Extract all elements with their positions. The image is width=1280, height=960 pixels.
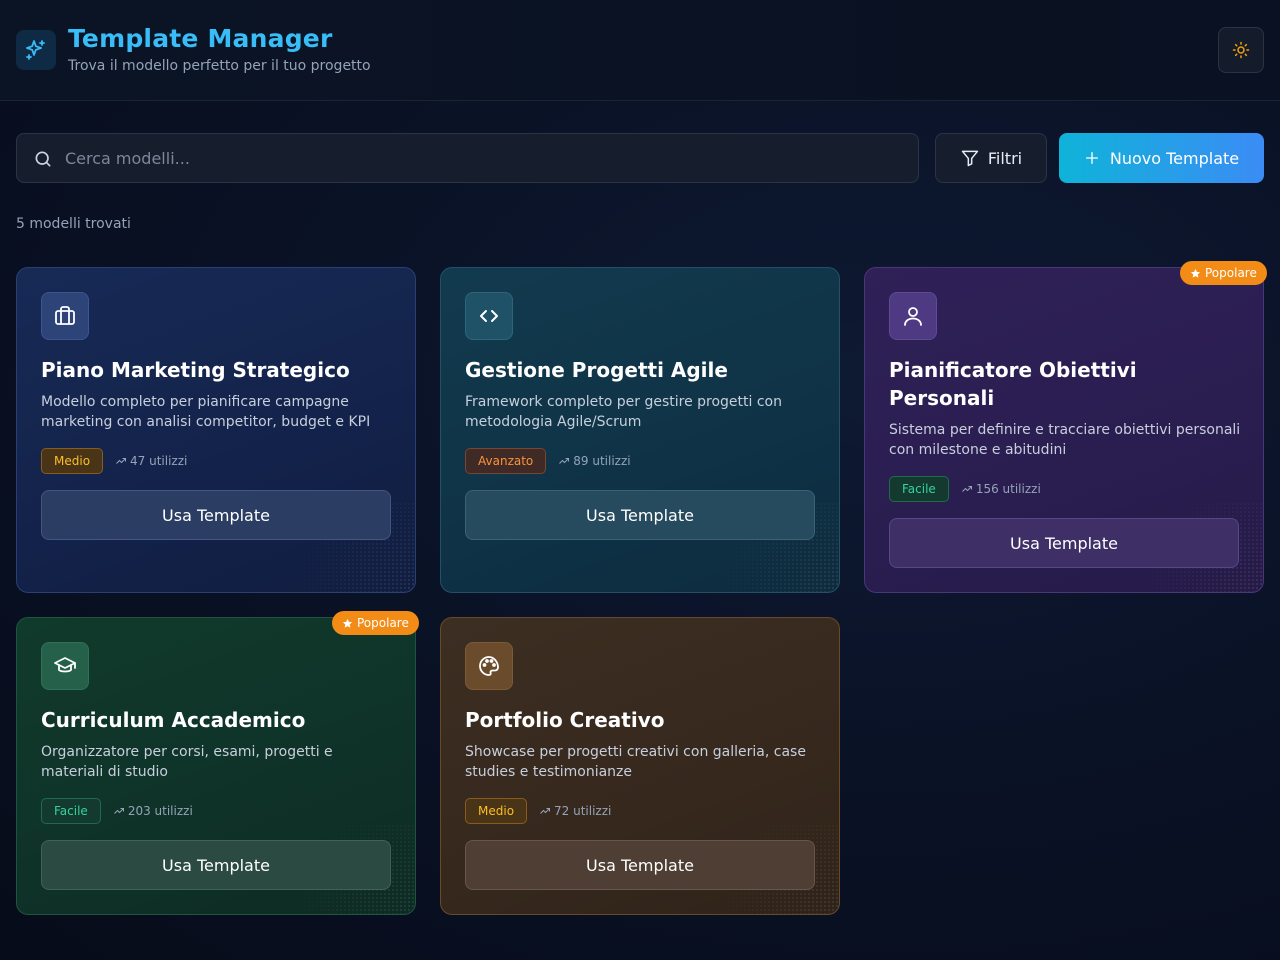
difficulty-badge: Medio (465, 798, 528, 824)
template-card[interactable]: Popolare Curriculum Accademico Organizza… (16, 611, 419, 915)
difficulty-badge: Facile (889, 476, 949, 502)
usage-count: 72 utilizzi (539, 804, 611, 818)
trending-up-icon (116, 458, 127, 464)
card-description: Framework completo per gestire progetti … (465, 394, 782, 430)
card-title: Piano Marketing Strategico (41, 358, 350, 382)
use-template-button[interactable]: Usa Template (465, 840, 815, 890)
popular-badge: Popolare (1180, 261, 1267, 285)
card-description: Sistema per definire e tracciare obietti… (889, 422, 1241, 458)
filter-button[interactable]: Filtri (935, 133, 1047, 183)
code-icon (465, 292, 513, 340)
card-title: Pianificatore Obiettivi Personali (889, 358, 1137, 410)
popular-label: Popolare (357, 616, 409, 630)
plus-icon (1085, 152, 1098, 164)
app-subtitle: Trova il modello perfetto per il tuo pro… (68, 58, 371, 74)
new-template-button[interactable]: Nuovo Template (1059, 133, 1264, 183)
usage-text: 203 utilizzi (127, 804, 193, 818)
template-card[interactable]: Portfolio Creativo Showcase per progetti… (440, 617, 840, 915)
search-icon (35, 151, 51, 167)
theme-toggle-button[interactable] (1218, 27, 1264, 73)
sun-icon (1232, 41, 1250, 59)
use-template-button[interactable]: Usa Template (465, 490, 815, 540)
card-title: Portfolio Creativo (465, 708, 665, 732)
star-icon (342, 618, 353, 628)
trending-up-icon (540, 808, 551, 814)
result-count: 5 modelli trovati (16, 216, 131, 232)
search-bar (16, 133, 919, 183)
user-icon (889, 292, 937, 340)
template-card[interactable]: Gestione Progetti Agile Framework comple… (440, 267, 840, 593)
template-card[interactable]: Popolare Pianificatore Obiettivi Persona… (864, 261, 1267, 593)
usage-text: 89 utilizzi (573, 454, 631, 468)
usage-text: 156 utilizzi (975, 482, 1041, 496)
usage-text: 47 utilizzi (130, 454, 188, 468)
app-title: Template Manager (68, 24, 333, 53)
difficulty-badge: Medio (41, 448, 104, 474)
template-card[interactable]: Piano Marketing Strategico Modello compl… (16, 267, 416, 593)
filter-button-label: Filtri (987, 148, 1023, 168)
usage-count: 89 utilizzi (558, 454, 631, 468)
trending-up-icon (559, 458, 570, 464)
card-description: Modello completo per pianificare campagn… (41, 394, 371, 430)
app-header: Template Manager Trova il modello perfet… (0, 0, 1280, 101)
usage-text: 72 utilizzi (554, 804, 612, 818)
new-template-label: Nuovo Template (1109, 148, 1240, 168)
use-template-button[interactable]: Usa Template (41, 840, 391, 890)
briefcase-icon (41, 292, 89, 340)
use-template-button[interactable]: Usa Template (889, 518, 1239, 568)
card-description: Organizzatore per corsi, esami, progetti… (41, 744, 333, 780)
usage-count: 47 utilizzi (115, 454, 187, 468)
popular-badge: Popolare (332, 611, 419, 635)
card-description: Showcase per progetti creativi con galle… (465, 744, 806, 780)
sparkles-icon (16, 30, 56, 70)
difficulty-badge: Avanzato (465, 448, 547, 474)
usage-count: 156 utilizzi (961, 482, 1041, 496)
trending-up-icon (961, 486, 972, 492)
usage-count: 203 utilizzi (113, 804, 193, 818)
graduation-cap-icon (41, 642, 89, 690)
star-icon (1190, 268, 1201, 278)
trending-up-icon (113, 808, 124, 814)
difficulty-badge: Facile (41, 798, 101, 824)
filter-icon (961, 150, 979, 167)
use-template-button[interactable]: Usa Template (41, 490, 391, 540)
card-title: Gestione Progetti Agile (465, 358, 728, 382)
palette-icon (465, 642, 513, 690)
popular-label: Popolare (1205, 266, 1257, 280)
search-input[interactable] (65, 134, 905, 182)
card-title: Curriculum Accademico (41, 708, 306, 732)
